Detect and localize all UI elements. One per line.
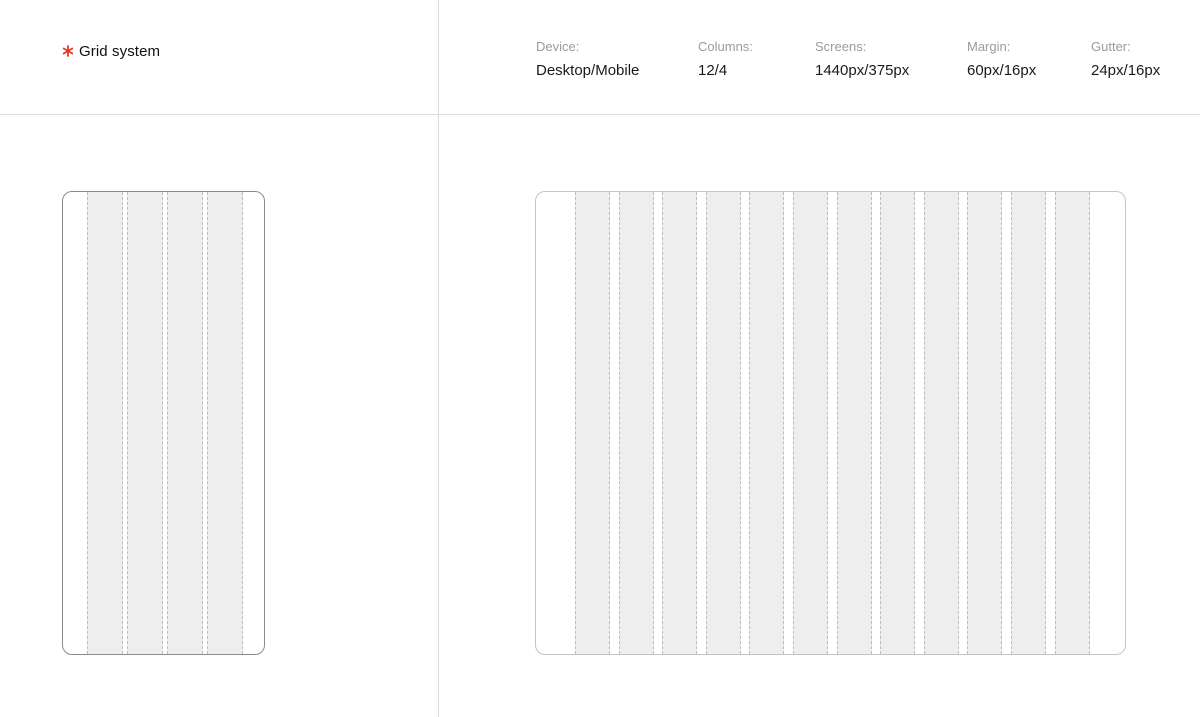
grid-column [167, 192, 203, 654]
spec-columns: Columns: 12/4 [698, 38, 753, 81]
desktop-grid-frame [535, 191, 1126, 655]
spec-margin: Margin: 60px/16px [967, 38, 1036, 81]
panel-divider [438, 0, 439, 717]
grid-column [575, 192, 610, 654]
spec-gutter: Gutter: 24px/16px [1091, 38, 1160, 81]
grid-column [207, 192, 243, 654]
spec-value: 12/4 [698, 62, 728, 79]
spec-value: 1440px/375px [815, 62, 910, 79]
grid-column [749, 192, 785, 654]
grid-column [880, 192, 916, 654]
grid-column [1054, 192, 1090, 654]
spec-value: Desktop/Mobile [536, 62, 640, 79]
grid-column [836, 192, 872, 654]
spec-device: Device: Desktop/Mobile [536, 38, 639, 81]
grid-column [618, 192, 654, 654]
spec-screens: Screens: 1440px/375px [815, 38, 909, 81]
asterisk-icon [62, 45, 74, 57]
spec-label: Screens: [815, 39, 867, 54]
grid-column [1011, 192, 1046, 654]
spec-label: Margin: [967, 39, 1011, 54]
section-title: Grid system [62, 41, 160, 61]
spec-label: Device: [536, 39, 580, 54]
spec-value: 24px/16px [1091, 62, 1161, 79]
page-title: Grid system [79, 42, 161, 60]
grid-column [793, 192, 828, 654]
grid-column [87, 192, 123, 654]
grid-column [662, 192, 698, 654]
spec-label: Gutter: [1091, 39, 1131, 54]
mobile-grid-frame [62, 191, 265, 655]
grid-column [705, 192, 741, 654]
grid-column [127, 192, 163, 654]
grid-column [923, 192, 959, 654]
spec-label: Columns: [698, 39, 753, 54]
grid-column [967, 192, 1003, 654]
header-divider [0, 114, 1200, 115]
spec-value: 60px/16px [967, 62, 1037, 79]
